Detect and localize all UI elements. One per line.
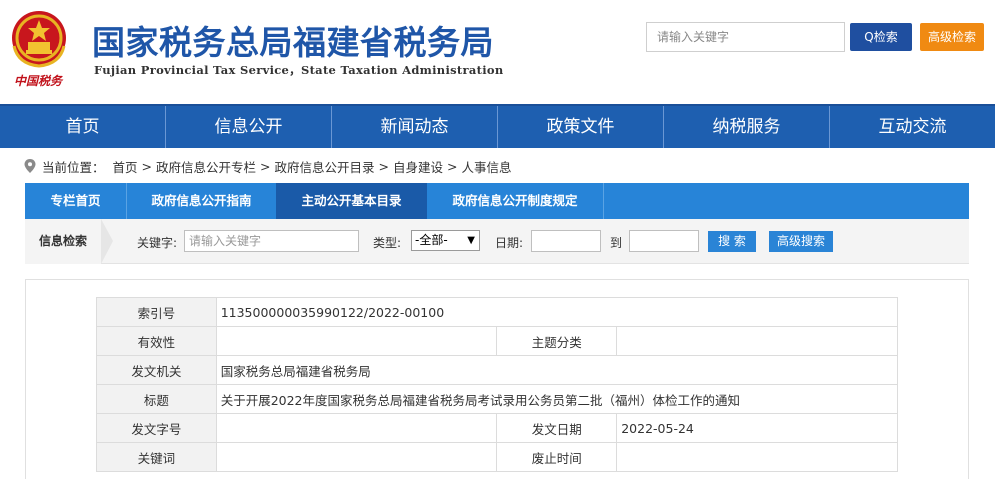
breadcrumb-separator: > bbox=[378, 158, 390, 174]
breadcrumb-item-self-building[interactable]: 自身建设 bbox=[393, 157, 443, 176]
breadcrumb-prefix: 当前位置： bbox=[42, 159, 105, 175]
site-header: 中国税务 国家税务总局福建省税务局 Fujian Provincial Tax … bbox=[0, 0, 995, 104]
main-nav: 首页 信息公开 新闻动态 政策文件 纳税服务 互动交流 bbox=[0, 104, 995, 148]
doc-number-label: 发文字号 bbox=[96, 413, 217, 443]
table-row: 标题 关于开展2022年度国家税务总局福建省税务局考试录用公务员第二批（福州）体… bbox=[96, 384, 899, 414]
table-row: 发文字号 发文日期 2022-05-24 bbox=[96, 413, 898, 443]
subnav-item-guide[interactable]: 政府信息公开指南 bbox=[127, 183, 276, 219]
nav-item-interaction[interactable]: 互动交流 bbox=[830, 106, 995, 148]
site-search-input[interactable]: 请输入关键字 bbox=[646, 22, 845, 52]
topic-label: 主题分类 bbox=[496, 326, 618, 356]
validity-value bbox=[215, 326, 498, 356]
breadcrumb: 当前位置： 首页 > 政府信息公开专栏 > 政府信息公开目录 > 自身建设 > … bbox=[24, 156, 512, 176]
breadcrumb-separator: > bbox=[141, 158, 153, 174]
subnav-item-column-home[interactable]: 专栏首页 bbox=[25, 183, 126, 219]
table-row: 有效性 主题分类 bbox=[96, 326, 898, 356]
site-subtitle: Fujian Provincial Tax Service，State Taxa… bbox=[94, 63, 504, 77]
expiry-label: 废止时间 bbox=[496, 442, 618, 472]
type-select[interactable]: -全部- ▼ bbox=[411, 230, 480, 251]
doc-title-value: 关于开展2022年度国家税务总局福建省税务局考试录用公务员第二批（福州）体检工作… bbox=[215, 384, 899, 414]
breadcrumb-separator: > bbox=[260, 158, 271, 174]
doc-title-label: 标题 bbox=[96, 384, 217, 414]
validity-label: 有效性 bbox=[96, 326, 217, 356]
filter-bar: 信息检索 关键字: 请输入关键字 类型: -全部- ▼ 日期: 到 搜 索 高级… bbox=[25, 219, 969, 264]
nav-item-news[interactable]: 新闻动态 bbox=[332, 106, 498, 148]
keyword-input[interactable]: 请输入关键字 bbox=[184, 230, 359, 252]
filter-search-button[interactable]: 搜 索 bbox=[708, 231, 756, 252]
table-row: 发文机关 国家税务总局福建省税务局 bbox=[96, 355, 899, 385]
breadcrumb-item-column[interactable]: 政府信息公开专栏 bbox=[156, 157, 256, 176]
breadcrumb-item-personnel[interactable]: 人事信息 bbox=[462, 157, 512, 176]
date-to-label: 到 bbox=[610, 236, 623, 250]
issue-date-value: 2022-05-24 bbox=[616, 413, 898, 443]
dropdown-caret-icon: ▼ bbox=[467, 235, 475, 246]
filter-title-arrow bbox=[101, 219, 113, 264]
location-pin-icon bbox=[24, 159, 36, 173]
table-row: 索引号 113500000035990122/2022-00100 bbox=[96, 297, 899, 327]
sub-nav: 专栏首页 政府信息公开指南 主动公开基本目录 政府信息公开制度规定 bbox=[25, 183, 969, 219]
subnav-divider bbox=[603, 183, 604, 219]
type-select-value: -全部- bbox=[415, 233, 448, 247]
doc-number-value bbox=[215, 413, 498, 443]
nav-item-info-disclosure[interactable]: 信息公开 bbox=[166, 106, 332, 148]
index-value: 113500000035990122/2022-00100 bbox=[215, 297, 899, 327]
nav-item-tax-service[interactable]: 纳税服务 bbox=[664, 106, 830, 148]
date-label: 日期: bbox=[495, 236, 524, 250]
table-row: 关键词 废止时间 bbox=[96, 442, 898, 472]
breadcrumb-item-catalog[interactable]: 政府信息公开目录 bbox=[275, 157, 375, 176]
document-meta-table: 索引号 113500000035990122/2022-00100 有效性 主题… bbox=[96, 297, 899, 472]
filter-title: 信息检索 bbox=[25, 219, 101, 264]
site-title: 国家税务总局福建省税务局 bbox=[92, 23, 494, 62]
issue-date-label: 发文日期 bbox=[496, 413, 618, 443]
topic-value bbox=[616, 326, 898, 356]
expiry-value bbox=[616, 442, 898, 472]
type-label: 类型: bbox=[373, 236, 402, 250]
advanced-search-button[interactable]: 高级检索 bbox=[920, 23, 984, 51]
keywords-label: 关键词 bbox=[96, 442, 217, 472]
breadcrumb-item-home[interactable]: 首页 bbox=[113, 157, 138, 176]
filter-advanced-button[interactable]: 高级搜索 bbox=[769, 231, 833, 252]
index-label: 索引号 bbox=[96, 297, 217, 327]
date-to-input[interactable] bbox=[629, 230, 699, 252]
nav-item-home[interactable]: 首页 bbox=[0, 106, 166, 148]
breadcrumb-separator: > bbox=[447, 158, 458, 174]
keyword-label: 关键字: bbox=[137, 236, 178, 250]
issuer-label: 发文机关 bbox=[96, 355, 217, 385]
nav-item-policy[interactable]: 政策文件 bbox=[498, 106, 664, 148]
issuer-value: 国家税务总局福建省税务局 bbox=[215, 355, 899, 385]
keywords-value bbox=[215, 442, 498, 472]
site-search-button[interactable]: Q检索 bbox=[850, 23, 912, 51]
subnav-item-regulations[interactable]: 政府信息公开制度规定 bbox=[427, 183, 603, 219]
brand-script-logo: 中国税务 bbox=[14, 74, 63, 88]
subnav-item-basic-catalog[interactable]: 主动公开基本目录 bbox=[276, 183, 427, 219]
date-from-input[interactable] bbox=[531, 230, 601, 252]
